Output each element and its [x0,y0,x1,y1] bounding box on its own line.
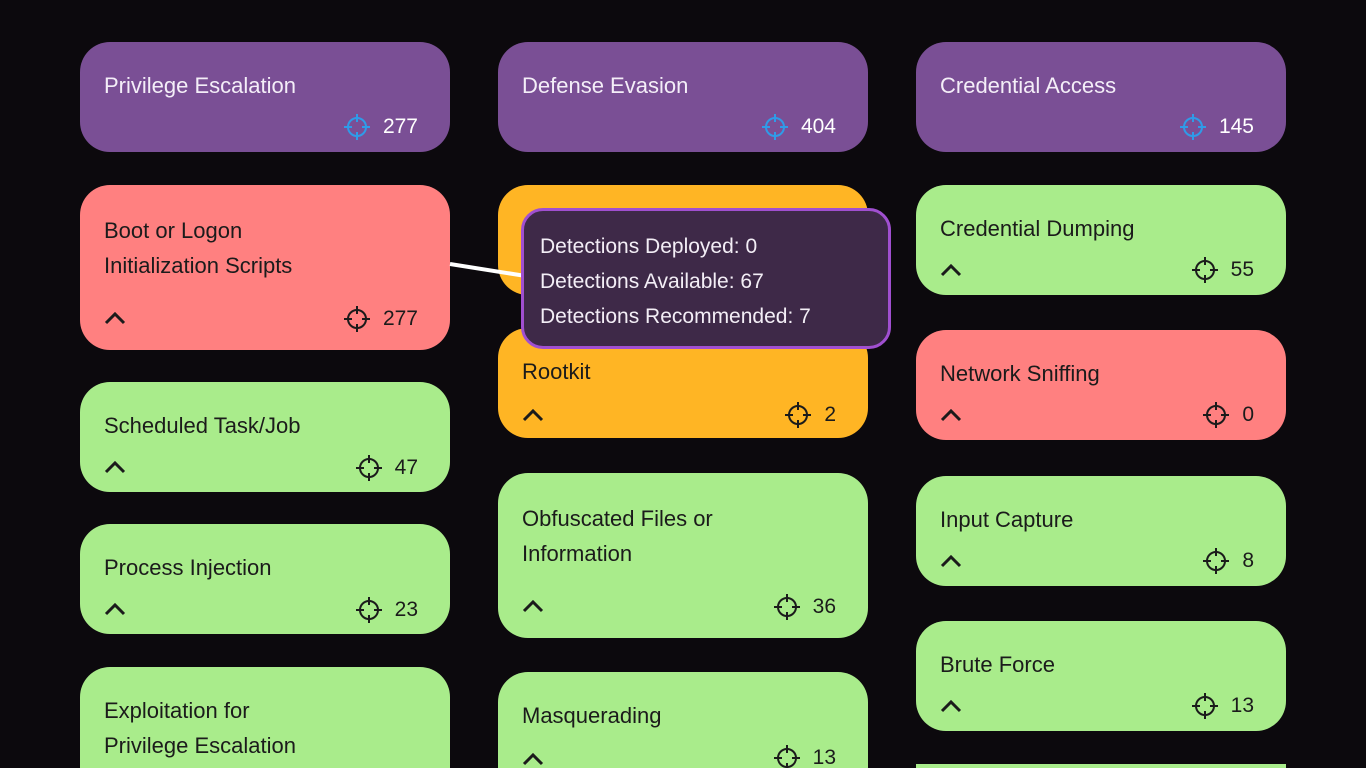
technique-title: Brute Force [940,652,1055,677]
technique-title: Obfuscated Files or Information [522,506,713,566]
detection-count: 13 [812,746,836,768]
detection-count: 0 [1242,403,1254,426]
technique-title: Boot or Logon Initialization Scripts [104,218,293,278]
technique-card-masquerading[interactable]: Masquerading 13 [498,672,868,768]
technique-title: Masquerading [522,703,662,728]
crosshair-icon [355,455,382,481]
chevron-up-icon[interactable] [522,752,544,766]
technique-title: Credential Dumping [940,216,1135,241]
crosshair-icon [773,745,800,768]
detection-count: 13 [1230,694,1254,717]
tactic-title: Privilege Escalation [104,73,296,98]
crosshair-icon [1179,114,1206,140]
chevron-up-icon[interactable] [940,554,962,568]
detection-count: 23 [394,598,418,621]
tooltip-deployed: Detections Deployed: 0 [540,235,758,258]
tooltip-available: Detections Available: 67 [540,270,764,293]
technique-title: Process Injection [104,555,272,580]
technique-title: Exploitation for Privilege Escalation [104,698,296,758]
detection-count: 277 [382,307,418,330]
chevron-up-icon[interactable] [940,699,962,713]
detection-count: 8 [1242,549,1254,572]
technique-card-obfuscated-files[interactable]: Obfuscated Files or Information 36 [498,473,868,638]
technique-card-boot-logon-scripts[interactable]: Boot or Logon Initialization Scripts 277 [80,185,450,350]
crosshair-icon [1191,693,1218,719]
detection-count: 404 [800,115,836,138]
detection-count: 47 [394,456,418,479]
technique-card-process-injection[interactable]: Process Injection 23 [80,524,450,634]
crosshair-icon [355,597,382,623]
technique-card-exploitation-privilege-escalation[interactable]: Exploitation for Privilege Escalation [80,667,450,768]
crosshair-icon [343,114,370,140]
chevron-up-icon[interactable] [104,602,126,616]
crosshair-icon [773,594,800,620]
technique-card-partial[interactable] [916,764,1286,768]
chevron-up-icon[interactable] [940,408,962,422]
detection-count: 36 [812,595,836,618]
chevron-up-icon[interactable] [522,599,544,613]
detection-count: 145 [1218,115,1254,138]
crosshair-icon [1191,257,1218,283]
crosshair-icon [761,114,788,140]
chevron-up-icon[interactable] [522,408,544,422]
crosshair-icon [1203,548,1230,574]
detections-tooltip: Detections Deployed: 0 Detections Availa… [521,208,891,349]
chevron-up-icon[interactable] [104,460,126,474]
chevron-up-icon[interactable] [940,263,962,277]
tactic-title: Credential Access [940,73,1117,98]
chevron-up-icon[interactable] [104,311,126,325]
technique-card-input-capture[interactable]: Input Capture 8 [916,476,1286,586]
crosshair-icon [343,306,370,332]
crosshair-icon [785,402,812,428]
technique-title: Scheduled Task/Job [104,413,301,438]
tooltip-recommended: Detections Recommended: 7 [540,305,811,328]
detection-count: 2 [824,403,836,426]
tactic-header-defense-evasion[interactable]: Defense Evasion 404 [498,42,868,152]
tactic-header-credential-access[interactable]: Credential Access 145 [916,42,1286,152]
technique-card-brute-force[interactable]: Brute Force 13 [916,621,1286,731]
tactic-header-privilege-escalation[interactable]: Privilege Escalation 277 [80,42,450,152]
detection-count: 55 [1230,258,1254,281]
technique-title: Rootkit [522,359,591,384]
technique-card-scheduled-task[interactable]: Scheduled Task/Job 47 [80,382,450,492]
technique-card-network-sniffing[interactable]: Network Sniffing 0 [916,330,1286,440]
technique-title: Input Capture [940,507,1074,532]
technique-title: Network Sniffing [940,361,1100,386]
crosshair-icon [1203,402,1230,428]
technique-card-credential-dumping[interactable]: Credential Dumping 55 [916,185,1286,295]
tactic-title: Defense Evasion [522,73,689,98]
detection-count: 277 [382,115,418,138]
